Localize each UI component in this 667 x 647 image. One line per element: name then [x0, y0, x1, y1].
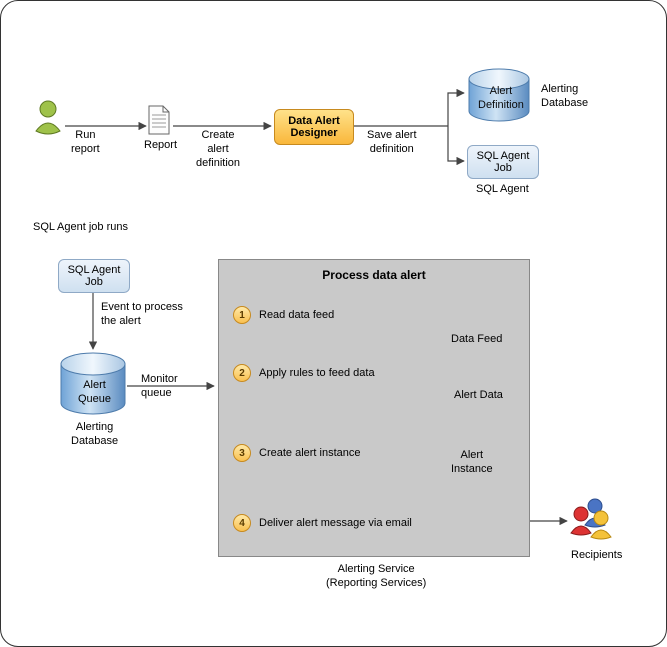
step-1: 1 Read data feed — [233, 306, 334, 324]
alerting-db-label-2: Alerting Database — [71, 421, 118, 449]
create-alert-def-label: Create alert definition — [196, 129, 240, 170]
event-to-process-label: Event to process the alert — [101, 301, 183, 329]
user-icon — [36, 101, 60, 134]
people-icon — [571, 499, 611, 539]
step-1-text: Read data feed — [259, 309, 334, 321]
save-alert-def-label: Save alert definition — [367, 129, 417, 157]
alert-data-label: Alert Data — [454, 389, 503, 403]
recipients-label: Recipients — [571, 549, 622, 563]
sql-agent-label: SQL Agent — [476, 183, 529, 197]
monitor-queue-label: Monitor queue — [141, 373, 178, 401]
step-4-num: 4 — [233, 514, 251, 532]
data-feed-label: Data Feed — [451, 333, 502, 347]
data-alert-designer-box: Data Alert Designer — [274, 109, 354, 145]
panel-title: Process data alert — [219, 268, 529, 282]
report-icon — [149, 106, 169, 134]
step-2: 2 Apply rules to feed data — [233, 364, 375, 382]
run-report-label: Run report — [71, 129, 100, 157]
alert-queue-label: Alert Queue — [78, 379, 111, 407]
alert-instance-label: Alert Instance — [451, 449, 493, 477]
sql-agent-job-box-left: SQL Agent Job — [58, 259, 130, 293]
sql-agent-job-box-top: SQL Agent Job — [467, 145, 539, 179]
step-3-num: 3 — [233, 444, 251, 462]
step-4: 4 Deliver alert message via email — [233, 514, 412, 532]
step-3-text: Create alert instance — [259, 447, 361, 459]
section-label: SQL Agent job runs — [33, 221, 128, 233]
alert-definition-label: Alert Definition — [478, 85, 524, 113]
alerting-db-label: Alerting Database — [541, 83, 588, 111]
step-4-text: Deliver alert message via email — [259, 517, 412, 529]
report-label: Report — [144, 139, 177, 153]
step-1-num: 1 — [233, 306, 251, 324]
step-2-num: 2 — [233, 364, 251, 382]
step-3: 3 Create alert instance — [233, 444, 361, 462]
panel-caption: Alerting Service (Reporting Services) — [326, 563, 426, 591]
process-panel: Process data alert 1 Read data feed 2 Ap… — [218, 259, 530, 557]
step-2-text: Apply rules to feed data — [259, 367, 375, 379]
diagram-frame: Run report Report Create alert definitio… — [0, 0, 667, 647]
